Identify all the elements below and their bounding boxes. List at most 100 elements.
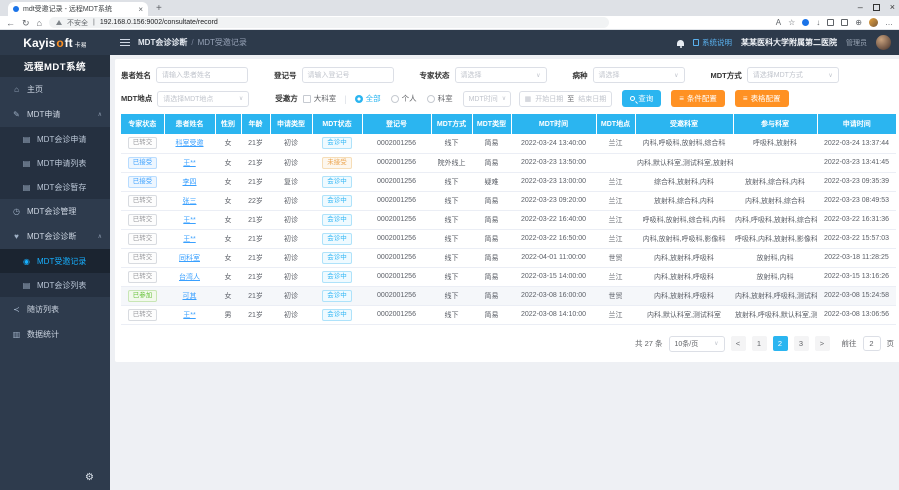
end-date-placeholder: 结束日期 — [578, 94, 606, 104]
apply-type-cell: 初诊 — [270, 210, 312, 229]
sync-icon[interactable]: ⊕ — [855, 16, 862, 30]
table-config-button[interactable]: ≡ 表格配置 — [735, 90, 789, 107]
time-field-select[interactable]: MDT时间∨ — [463, 91, 511, 107]
patient-name-link[interactable]: 同科室 — [179, 255, 200, 262]
home-icon[interactable]: ⌂ — [37, 16, 42, 30]
age-cell: 21岁 — [241, 153, 270, 172]
patient-name-link[interactable]: 科室受邀 — [176, 140, 204, 147]
sidebar-subitem[interactable]: ▤MDT会诊列表 — [0, 273, 110, 297]
security-label: 不安全 — [67, 18, 88, 28]
mdt-mode-select[interactable]: 请选择MDT方式∨ — [747, 67, 839, 83]
minimize-button[interactable]: – — [858, 1, 863, 13]
page-size-select[interactable]: 10条/页 ∨ — [669, 336, 725, 352]
column-header: MDT类型 — [472, 114, 511, 134]
apply-type-cell: 初诊 — [270, 248, 312, 267]
prev-page-button[interactable]: < — [731, 336, 746, 351]
sidebar-subitem[interactable]: ◉MDT受邀记录 — [0, 249, 110, 273]
sidebar-item[interactable]: ≺随访列表 — [0, 297, 110, 322]
sidebar-item[interactable]: ♥MDT会诊诊断∧ — [0, 224, 110, 249]
logo-text: Kayis — [23, 36, 55, 50]
split-screen-icon[interactable] — [841, 19, 848, 26]
back-icon[interactable]: ← — [6, 16, 15, 30]
patient-name-link[interactable]: 王** — [183, 312, 195, 319]
reg-no-cell: 0002001256 — [362, 172, 431, 191]
extension-icon[interactable] — [802, 19, 809, 26]
mdt-status-cell: 会诊中 — [312, 191, 362, 210]
invited-party-radio[interactable]: 科室 — [427, 93, 453, 104]
next-page-button[interactable]: > — [815, 336, 830, 351]
expert-status-cell: 已转交 — [121, 134, 164, 153]
disease-select[interactable]: 请选择∨ — [593, 67, 685, 83]
expert-status-cell: 已接受 — [121, 153, 164, 172]
favorite-star-icon[interactable]: ☆ — [788, 16, 795, 30]
patient-name-link[interactable]: 王** — [183, 160, 195, 167]
doc-icon: ▤ — [22, 159, 31, 168]
place-cell: 世贸 — [596, 286, 635, 305]
settings-gear-icon[interactable]: ⚙ — [85, 472, 94, 483]
sidebar-subitem[interactable]: ▤MDT申请列表 — [0, 151, 110, 175]
mdt-place-select[interactable]: 请选择MDT地点∨ — [157, 91, 249, 107]
tab-close-icon[interactable]: × — [138, 5, 143, 14]
bell-icon[interactable] — [677, 40, 684, 46]
patient-name-link[interactable]: 李四 — [183, 179, 197, 186]
age-cell: 22岁 — [241, 191, 270, 210]
close-button[interactable]: × — [890, 1, 895, 13]
apply-time-cell: 2022-03-23 13:41:45 — [817, 153, 896, 172]
browser-profile-avatar[interactable] — [869, 18, 878, 27]
goto-page-input[interactable]: 2 — [863, 336, 881, 351]
sex-cell: 女 — [215, 229, 241, 248]
more-menu-icon[interactable]: … — [885, 16, 893, 30]
invited-party-radio[interactable]: 全部 — [355, 93, 381, 104]
config-list-icon: ≡ — [679, 95, 684, 103]
mdt-time-cell: 2022-03-22 16:40:00 — [511, 210, 596, 229]
sidebar-item[interactable]: ⌂主页 — [0, 77, 110, 102]
mdt-time-cell: 2022-03-23 09:20:00 — [511, 191, 596, 210]
invited-cell: 内科,默认科室,测试科室 — [635, 305, 733, 324]
patient-name-link[interactable]: 张三 — [183, 198, 197, 205]
read-aloud-icon[interactable]: A — [776, 16, 781, 30]
condition-config-button[interactable]: ≡ 条件配置 — [671, 90, 725, 107]
logo-suffix: 卡易 — [75, 40, 87, 49]
breadcrumb-section[interactable]: MDT会诊诊断 — [138, 37, 187, 48]
page-number-button[interactable]: 1 — [752, 336, 767, 351]
patient-name-cell: 王** — [164, 305, 215, 324]
date-range-input[interactable]: ▦ 开始日期 至 结束日期 — [519, 91, 613, 107]
breadcrumb-separator: / — [191, 38, 193, 47]
user-avatar[interactable] — [876, 35, 891, 50]
menu-collapse-icon[interactable] — [120, 39, 130, 46]
sidebar-item[interactable]: ✎MDT申请∧ — [0, 102, 110, 127]
page-number-button[interactable]: 3 — [794, 336, 809, 351]
patient-name-input[interactable]: 请输入患者姓名 — [156, 67, 248, 83]
reg-no-cell: 0002001256 — [362, 134, 431, 153]
new-tab-button[interactable]: + — [156, 2, 162, 16]
patient-name-link[interactable]: 台湾人 — [179, 274, 200, 281]
big-dept-checkbox[interactable] — [303, 95, 311, 103]
sidebar-subitem[interactable]: ▤MDT会诊申请 — [0, 127, 110, 151]
search-button[interactable]: 查询 — [622, 90, 661, 107]
maximize-button[interactable] — [873, 4, 880, 11]
address-bar[interactable]: 不安全 | 192.168.0.156:9002/consultate/reco… — [49, 17, 609, 28]
download-icon[interactable]: ↓ — [816, 16, 820, 30]
mode-cell: 线下 — [431, 267, 472, 286]
mode-cell: 线下 — [431, 229, 472, 248]
expert-status-select[interactable]: 请选择∨ — [455, 67, 547, 83]
collections-icon[interactable] — [827, 19, 834, 26]
chevron-down-icon: ∨ — [502, 95, 506, 102]
goto-label: 前往 — [842, 338, 857, 349]
mdt-type-cell: 简易 — [472, 153, 511, 172]
system-help-link[interactable]: 系统说明 — [693, 37, 732, 48]
sidebar-item[interactable]: ▥数据统计 — [0, 322, 110, 347]
patient-name-link[interactable]: 王** — [183, 217, 195, 224]
patient-name-link[interactable]: 可其 — [183, 293, 197, 300]
expert-status-badge: 已转交 — [128, 214, 158, 226]
sidebar-subitem[interactable]: ▤MDT会诊暂存 — [0, 175, 110, 199]
browser-tab[interactable]: mdt受邀记录 - 远程MDT系统 × — [8, 2, 148, 16]
invited-party-radio[interactable]: 个人 — [391, 93, 417, 104]
patient-name-label: 患者姓名 — [121, 70, 151, 81]
reload-icon[interactable]: ↻ — [22, 16, 30, 30]
patient-name-link[interactable]: 王** — [183, 236, 195, 243]
patient-name-cell: 同科室 — [164, 248, 215, 267]
reg-no-input[interactable]: 请输入登记号 — [302, 67, 394, 83]
page-number-button[interactable]: 2 — [773, 336, 788, 351]
sidebar-item[interactable]: ◷MDT会诊管理 — [0, 199, 110, 224]
